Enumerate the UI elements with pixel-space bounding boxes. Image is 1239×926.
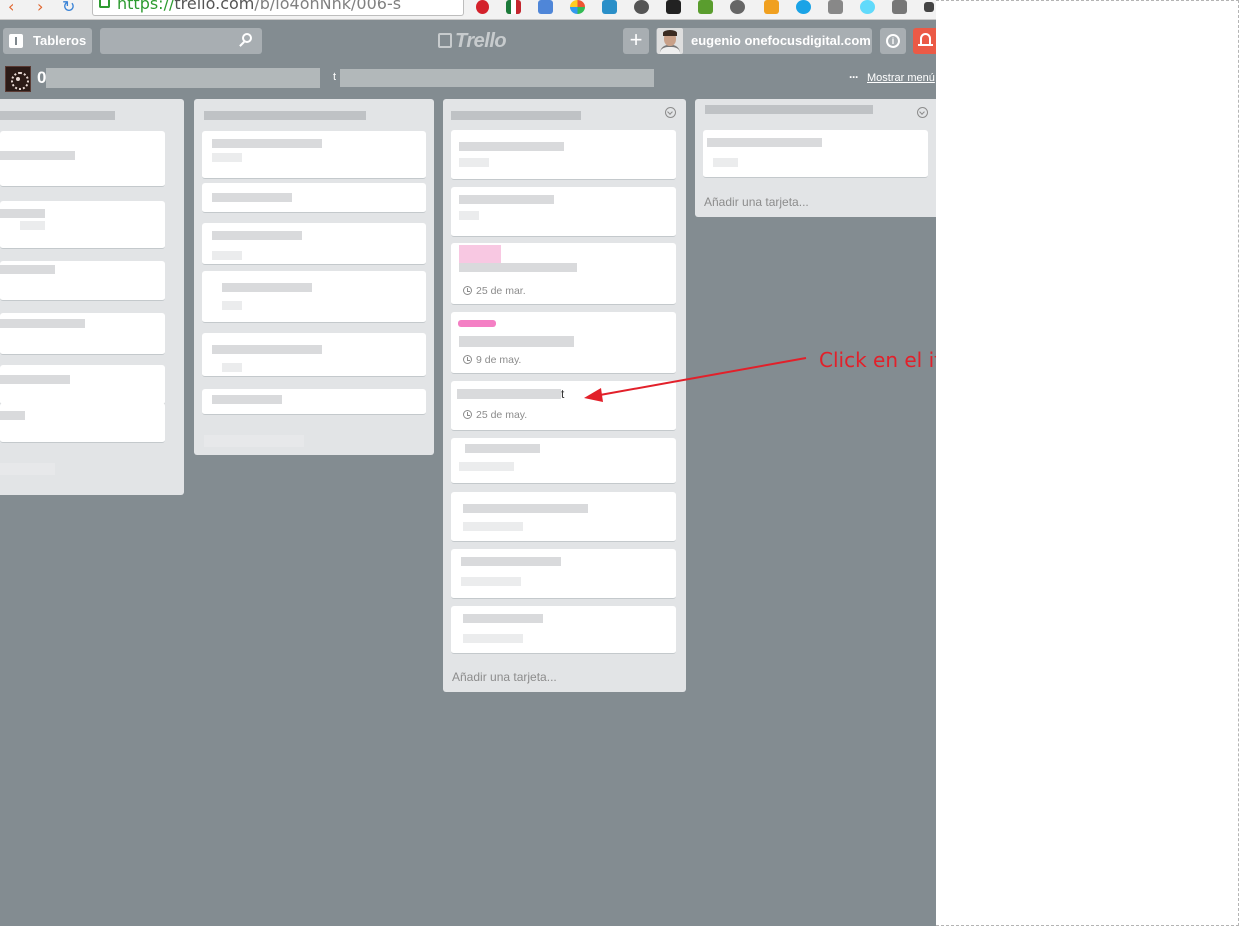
annotation-arrow	[584, 357, 807, 402]
screenshot: ‹ › ↻ https://trello.com/b/lo4onNnk/006-…	[0, 0, 1239, 926]
annotation-text: Click en el item	[819, 348, 936, 372]
blank-area	[936, 0, 1239, 926]
trello-app: ‹ › ↻ https://trello.com/b/lo4onNnk/006-…	[0, 0, 936, 926]
